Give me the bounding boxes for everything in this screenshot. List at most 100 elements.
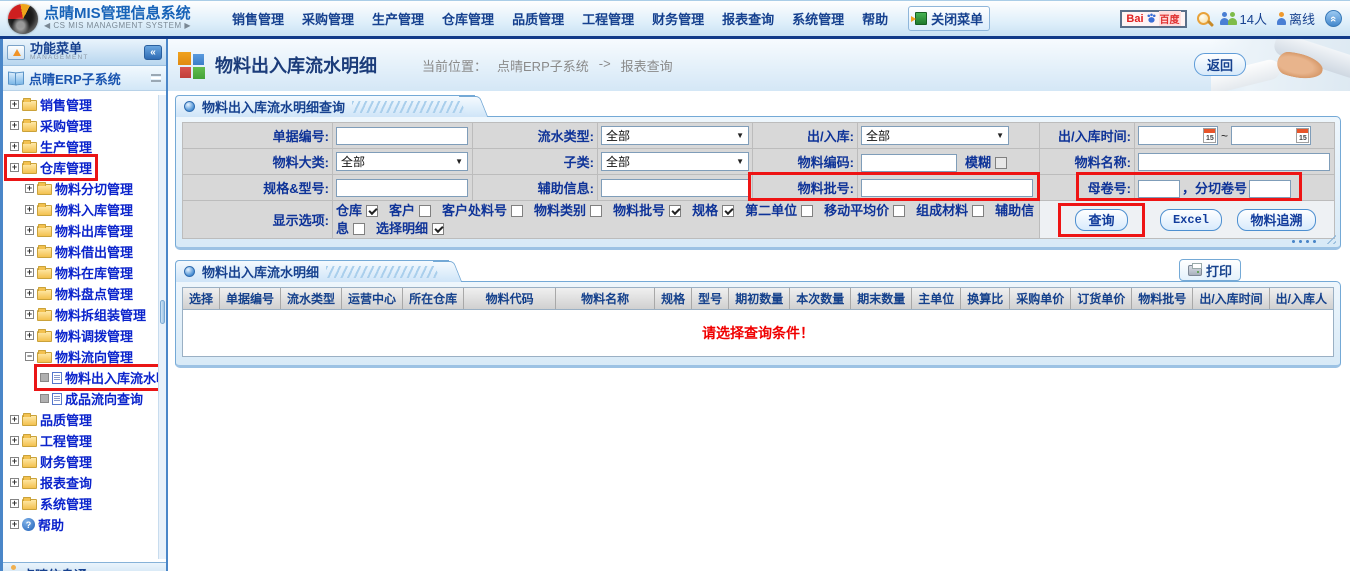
tree-expander-icon[interactable] bbox=[25, 331, 34, 340]
display-option-checkbox[interactable] bbox=[669, 205, 681, 217]
tree-expander-icon[interactable] bbox=[10, 121, 19, 130]
top-menu-item[interactable]: 采购管理 bbox=[302, 9, 354, 28]
in-out-select[interactable]: 全部 ▼ bbox=[861, 126, 1009, 145]
tree-expander-icon[interactable] bbox=[10, 520, 19, 529]
tree-expander-icon[interactable] bbox=[40, 373, 49, 382]
display-option-checkbox[interactable] bbox=[590, 205, 602, 217]
display-option[interactable]: 规格 bbox=[692, 203, 734, 218]
top-menu-item[interactable]: 工程管理 bbox=[582, 9, 634, 28]
top-menu-item[interactable]: 仓库管理 bbox=[442, 9, 494, 28]
tree-item[interactable]: 帮助 bbox=[3, 514, 166, 535]
aux-input[interactable] bbox=[601, 179, 749, 197]
category-select[interactable]: 全部 ▼ bbox=[336, 152, 468, 171]
tree-item[interactable]: 工程管理 bbox=[3, 430, 166, 451]
display-option[interactable]: 仓库 bbox=[336, 203, 378, 218]
calendar-icon[interactable] bbox=[1296, 128, 1309, 143]
time-to-input[interactable] bbox=[1232, 127, 1294, 143]
tree-expander-icon[interactable] bbox=[25, 247, 34, 256]
tree-expander-icon[interactable] bbox=[25, 205, 34, 214]
code-input[interactable] bbox=[861, 154, 957, 172]
display-option[interactable]: 物料批号 bbox=[613, 203, 681, 218]
tree-item[interactable]: 品质管理 bbox=[3, 409, 166, 430]
tree-item[interactable]: 物料借出管理 bbox=[3, 241, 166, 262]
display-option[interactable]: 移动平均价 bbox=[824, 203, 905, 218]
query-button[interactable]: 查询 bbox=[1075, 209, 1127, 231]
tree-item[interactable]: 成品流向查询 bbox=[3, 388, 166, 409]
sidebar-subsystem-bar[interactable]: 点晴ERP子系统 bbox=[3, 66, 166, 91]
tree-item[interactable]: 物料出入库流水明 bbox=[3, 367, 166, 388]
panel-resize-grip[interactable] bbox=[1290, 231, 1336, 244]
display-option-checkbox[interactable] bbox=[722, 205, 734, 217]
tree-expander-icon[interactable] bbox=[25, 226, 34, 235]
name-input[interactable] bbox=[1138, 153, 1330, 171]
display-option[interactable]: 物料类别 bbox=[534, 203, 602, 218]
time-from-input[interactable] bbox=[1139, 127, 1201, 143]
tree-expander-icon[interactable] bbox=[10, 100, 19, 109]
display-option[interactable]: 客户 bbox=[389, 203, 431, 218]
tree-expander-icon[interactable] bbox=[10, 142, 19, 151]
display-option[interactable]: 组成材料 bbox=[916, 203, 984, 218]
tree-expander-icon[interactable] bbox=[10, 499, 19, 508]
tree-expander-icon[interactable] bbox=[10, 163, 19, 172]
display-option-checkbox[interactable] bbox=[353, 223, 365, 235]
tree-item[interactable]: 销售管理 bbox=[3, 94, 166, 115]
tree-item[interactable]: 物料分切管理 bbox=[3, 178, 166, 199]
tree-expander-icon[interactable] bbox=[25, 289, 34, 298]
tree-item[interactable]: 物料在库管理 bbox=[3, 262, 166, 283]
material-trace-button[interactable]: 物料追溯 bbox=[1237, 209, 1315, 231]
display-option-checkbox[interactable] bbox=[511, 205, 523, 217]
display-option-checkbox[interactable] bbox=[972, 205, 984, 217]
excel-button[interactable]: Excel bbox=[1160, 209, 1222, 231]
bill-no-input[interactable] bbox=[336, 127, 468, 145]
spec-input[interactable] bbox=[336, 179, 468, 197]
collapse-topbar-icon[interactable]: « bbox=[1325, 10, 1342, 27]
tree-item[interactable]: 系统管理 bbox=[3, 493, 166, 514]
tree-expander-icon[interactable] bbox=[25, 268, 34, 277]
tree-item[interactable]: 物料入库管理 bbox=[3, 199, 166, 220]
mother-roll-input[interactable] bbox=[1138, 180, 1180, 198]
close-menu-button[interactable]: 关闭菜单 bbox=[908, 6, 990, 31]
tree-item[interactable]: 物料拆组装管理 bbox=[3, 304, 166, 325]
flow-type-select[interactable]: 全部 ▼ bbox=[601, 126, 749, 145]
top-menu-item[interactable]: 品质管理 bbox=[512, 9, 564, 28]
top-menu-item[interactable]: 财务管理 bbox=[652, 9, 704, 28]
display-option[interactable]: 选择明细 bbox=[376, 221, 444, 236]
fuzzy-checkbox[interactable] bbox=[995, 157, 1007, 169]
tree-item[interactable]: 物料出库管理 bbox=[3, 220, 166, 241]
tree-expander-icon[interactable] bbox=[10, 415, 19, 424]
calendar-icon[interactable] bbox=[1203, 128, 1216, 143]
sidebar-scrollbar[interactable] bbox=[158, 95, 166, 559]
search-icon[interactable] bbox=[1197, 12, 1210, 25]
display-option[interactable]: 客户处料号 bbox=[442, 203, 523, 218]
display-option[interactable]: 第二单位 bbox=[745, 203, 813, 218]
tree-item[interactable]: 报表查询 bbox=[3, 472, 166, 493]
sidebar-collapse-button[interactable]: « bbox=[144, 45, 162, 60]
tree-item[interactable]: 物料调拨管理 bbox=[3, 325, 166, 346]
sidebar-bottom-bar[interactable]: 点晴信息通 bbox=[3, 562, 166, 571]
baidu-search-box[interactable]: Bai 百度 bbox=[1120, 10, 1186, 28]
top-menu-item[interactable]: 帮助 bbox=[862, 9, 888, 28]
slit-roll-input[interactable] bbox=[1249, 180, 1291, 198]
tree-item[interactable]: 生产管理 bbox=[3, 136, 166, 157]
subclass-select[interactable]: 全部 ▼ bbox=[601, 152, 749, 171]
display-option-checkbox[interactable] bbox=[893, 205, 905, 217]
tree-expander-icon[interactable] bbox=[10, 436, 19, 445]
tree-expander-icon[interactable] bbox=[40, 394, 49, 403]
display-option-checkbox[interactable] bbox=[432, 223, 444, 235]
tree-item[interactable]: 物料盘点管理 bbox=[3, 283, 166, 304]
batch-input[interactable] bbox=[861, 179, 1033, 197]
tree-item[interactable]: 仓库管理 bbox=[3, 157, 166, 178]
top-menu-item[interactable]: 销售管理 bbox=[232, 9, 284, 28]
sidebar-scrollbar-thumb[interactable] bbox=[160, 300, 165, 324]
tree-expander-icon[interactable] bbox=[25, 310, 34, 319]
tree-expander-icon[interactable] bbox=[10, 457, 19, 466]
tree-expander-icon[interactable] bbox=[10, 478, 19, 487]
top-menu-item[interactable]: 报表查询 bbox=[722, 9, 774, 28]
tree-expander-icon[interactable] bbox=[25, 352, 34, 361]
print-button[interactable]: 打印 bbox=[1179, 259, 1241, 281]
display-option-checkbox[interactable] bbox=[801, 205, 813, 217]
top-menu-item[interactable]: 生产管理 bbox=[372, 9, 424, 28]
tree-item[interactable]: 财务管理 bbox=[3, 451, 166, 472]
tree-item[interactable]: 采购管理 bbox=[3, 115, 166, 136]
top-menu-item[interactable]: 系统管理 bbox=[792, 9, 844, 28]
